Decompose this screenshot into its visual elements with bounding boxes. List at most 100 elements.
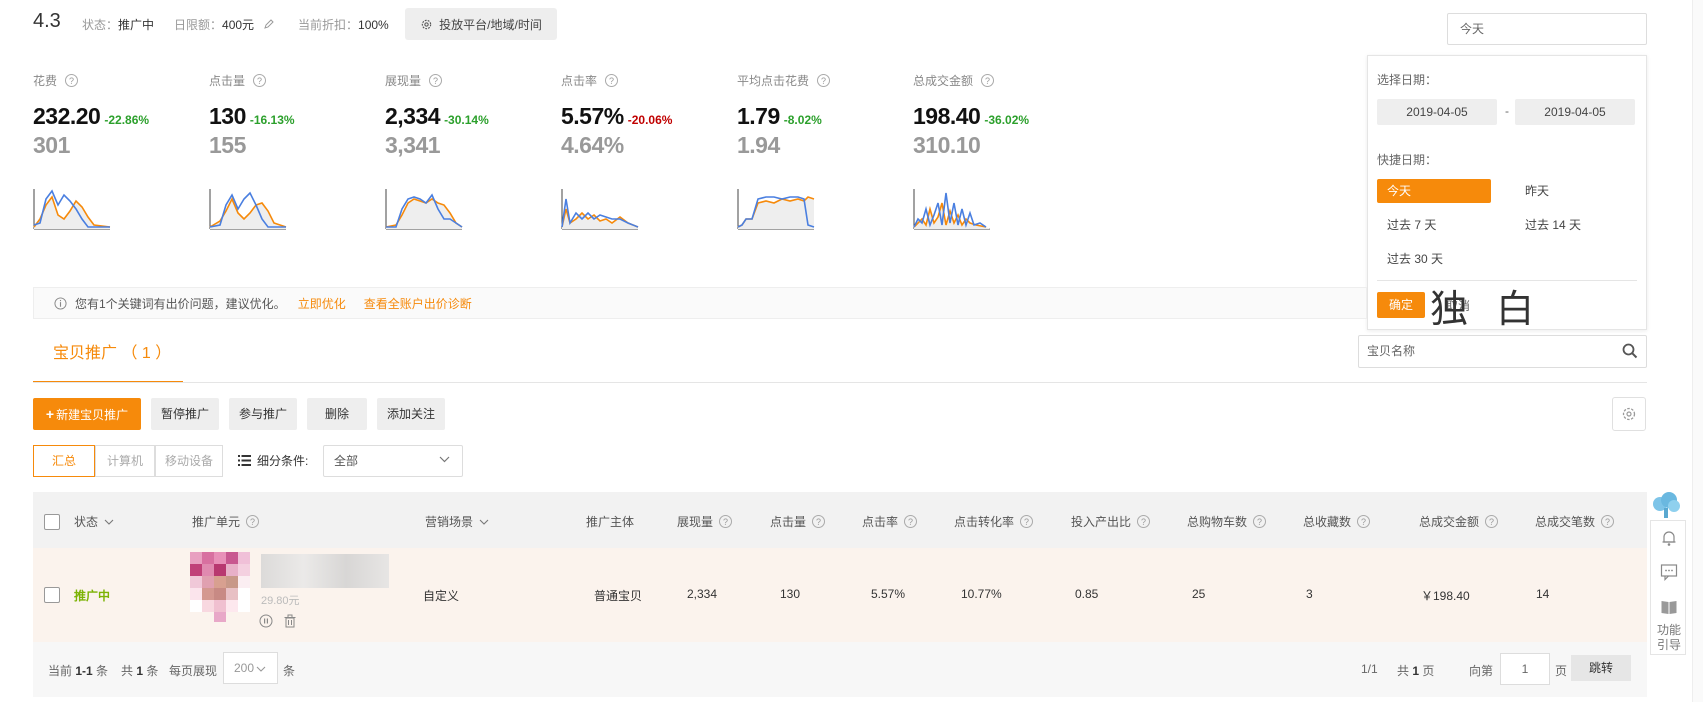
add-follow-button[interactable]: 添加关注: [377, 398, 445, 430]
row-revenue: ￥198.40: [1421, 589, 1470, 603]
help-icon: ?: [1485, 515, 1499, 528]
breakdown-select[interactable]: 全部: [323, 445, 463, 477]
chevron-down-icon: [479, 519, 489, 525]
product-thumbnail[interactable]: [190, 552, 250, 622]
select-all-checkbox[interactable]: [44, 514, 60, 530]
end-date-field[interactable]: 2019-04-05: [1515, 99, 1635, 125]
metric-change: -16.13%: [249, 113, 295, 127]
range-info: 当前 1-1 条: [48, 664, 109, 678]
date-range-input[interactable]: 今天: [1447, 13, 1647, 45]
col-ctr[interactable]: 点击率?: [862, 513, 918, 530]
table-settings-button[interactable]: [1612, 397, 1646, 431]
bell-icon[interactable]: [1660, 529, 1678, 547]
new-item-promotion-button[interactable]: + 新建宝贝推广: [33, 398, 141, 430]
campaign-name: 4.3: [33, 10, 61, 32]
help-icon: ?: [246, 515, 260, 528]
metric-change: -22.86%: [104, 113, 150, 127]
mascot-icon[interactable]: [1651, 492, 1681, 520]
metric-label: 点击率?: [561, 72, 737, 89]
col-scene[interactable]: 营销场景: [425, 513, 489, 530]
pause-promotion-button[interactable]: 暂停推广: [151, 398, 219, 430]
row-ctr: 5.57%: [871, 587, 906, 601]
col-subject: 推广主体: [586, 515, 635, 529]
help-icon: ?: [904, 515, 918, 528]
col-revenue[interactable]: 总成交金额?: [1419, 513, 1499, 530]
edit-icon[interactable]: [263, 18, 275, 30]
metric-sparkline: [913, 189, 990, 230]
col-orders[interactable]: 总成交笔数?: [1535, 513, 1615, 530]
col-favorites[interactable]: 总收藏数?: [1303, 513, 1371, 530]
metric-previous-value: 1.94: [737, 132, 780, 158]
help-icon[interactable]: ?: [253, 74, 267, 87]
vertical-scrollbar[interactable]: [1692, 0, 1703, 702]
item-name-search-input[interactable]: 宝贝名称: [1358, 335, 1647, 368]
platform-region-time-button[interactable]: 投放平台/地域/时间: [405, 8, 557, 40]
search-icon[interactable]: [1622, 343, 1638, 359]
metric-card-clicks[interactable]: 点击量? 130 -16.13% 155: [209, 72, 385, 242]
metric-card-revenue[interactable]: 总成交金额? 198.40 -36.02% 310.10: [913, 72, 1089, 242]
metric-card-avg-cpc[interactable]: 平均点击花费? 1.79 -8.02% 1.94: [737, 72, 913, 242]
metric-value: 232.20 -22.86%: [33, 103, 150, 129]
row-scene: 自定义: [423, 589, 460, 603]
quick-option-30-days[interactable]: 过去 30 天: [1377, 247, 1491, 271]
metric-sparkline: [209, 189, 287, 230]
confirm-button[interactable]: 确定: [1377, 292, 1425, 318]
col-impressions[interactable]: 展现量?: [677, 513, 733, 530]
product-price: 29.80元: [261, 595, 300, 607]
feature-guide-label[interactable]: 功能引导: [1655, 623, 1683, 653]
page-number-input[interactable]: 1: [1500, 653, 1550, 685]
discount-info: 当前折扣：100%: [298, 18, 389, 32]
help-icon[interactable]: ?: [605, 74, 619, 87]
help-icon[interactable]: ?: [65, 74, 79, 87]
view-computer-tab[interactable]: 计算机: [95, 445, 155, 477]
help-icon[interactable]: ?: [429, 74, 443, 87]
pause-icon[interactable]: [259, 614, 273, 628]
daily-budget-info: 日限额：400元: [174, 16, 275, 33]
table-header: 状态 推广单元? 营销场景 推广主体 展现量? 点击量? 点击率? 点击转化率?…: [33, 492, 1647, 548]
delete-button[interactable]: 删除: [307, 398, 367, 430]
help-icon[interactable]: ?: [981, 74, 995, 87]
metric-change: -8.02%: [783, 113, 822, 127]
quick-option-7-days[interactable]: 过去 7 天: [1377, 213, 1491, 237]
col-cvr[interactable]: 点击转化率?: [954, 513, 1034, 530]
view-summary-tab[interactable]: 汇总: [33, 445, 95, 477]
chevron-down-icon: [439, 456, 450, 463]
row-checkbox[interactable]: [44, 587, 60, 603]
goto-unit: 页: [1555, 664, 1568, 678]
jump-button[interactable]: 跳转: [1571, 655, 1631, 681]
view-mobile-tab[interactable]: 移动设备: [155, 445, 223, 477]
col-roi[interactable]: 投入产出比?: [1071, 513, 1151, 530]
tab-item-promotion[interactable]: 宝贝推广 （ 1 ）: [33, 333, 183, 383]
book-icon[interactable]: [1660, 598, 1678, 616]
metric-label: 点击量?: [209, 72, 385, 89]
metric-card-ctr[interactable]: 点击率? 5.57% -20.06% 4.64%: [561, 72, 737, 242]
product-title-blurred[interactable]: [261, 554, 389, 588]
col-clicks[interactable]: 点击量?: [770, 513, 826, 530]
settings-icon: [1622, 407, 1636, 421]
row-roi: 0.85: [1075, 587, 1099, 601]
trash-icon[interactable]: [283, 614, 297, 628]
chat-icon[interactable]: [1660, 563, 1678, 581]
per-page-select[interactable]: 200: [223, 652, 278, 684]
metric-sparkline: [561, 189, 639, 230]
help-icon[interactable]: ?: [817, 74, 831, 87]
notice-text: 您有1个关键词有出价问题，建议优化。: [75, 296, 286, 311]
quick-option-yesterday[interactable]: 昨天: [1515, 179, 1629, 203]
metric-card-impressions[interactable]: 展现量? 2,334 -30.14% 3,341: [385, 72, 561, 242]
row-impressions: 2,334: [687, 587, 718, 601]
metric-label: 总成交金额?: [913, 72, 1089, 89]
metric-previous-value: 3,341: [385, 132, 441, 158]
bid-diagnosis-link[interactable]: 查看全账户出价诊断: [364, 295, 472, 312]
metric-value: 2,334 -30.14%: [385, 103, 489, 129]
start-date-field[interactable]: 2019-04-05: [1377, 99, 1497, 125]
quick-option-14-days[interactable]: 过去 14 天: [1515, 213, 1629, 237]
col-status[interactable]: 状态: [74, 513, 114, 530]
join-promotion-button[interactable]: 参与推广: [229, 398, 297, 430]
status-info: 状态：推广中: [82, 18, 155, 32]
help-icon: ?: [1137, 515, 1151, 528]
quick-option-today[interactable]: 今天: [1377, 179, 1491, 203]
metric-card-spend[interactable]: 花费? 232.20 -22.86% 301: [33, 72, 209, 242]
col-carts[interactable]: 总购物车数?: [1187, 513, 1267, 530]
pagination-bar: 当前 1-1 条 共 1 条 每页展现 200 条 1/1 共 1 页 向第 1…: [33, 642, 1647, 697]
optimize-now-link[interactable]: 立即优化: [298, 295, 346, 312]
